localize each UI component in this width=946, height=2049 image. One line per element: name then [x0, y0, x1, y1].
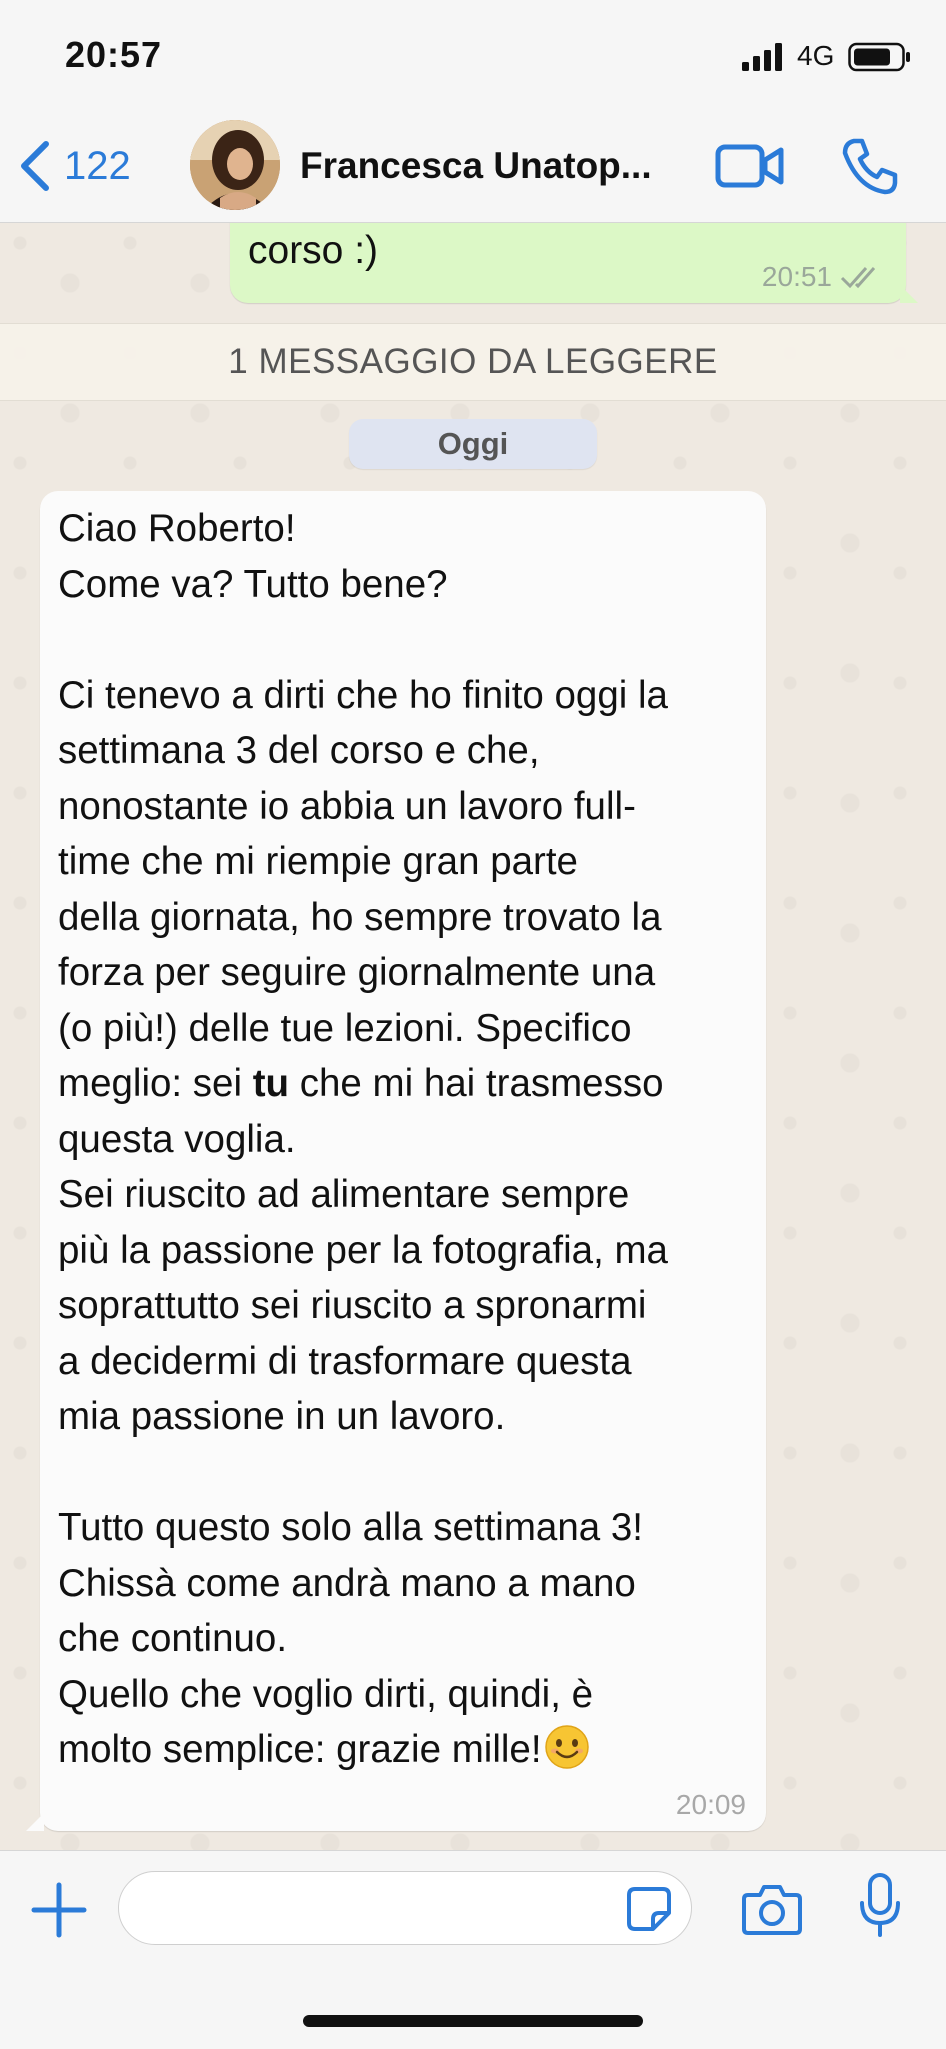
- chat-header: 122 Francesca Unatop...: [0, 110, 946, 223]
- unread-messages-banner: 1 MESSAGGIO DA LEGGERE: [0, 323, 946, 401]
- message-line: Chissà come andrà mano a mano: [58, 1561, 636, 1605]
- message-line: Come va? Tutto bene?: [58, 562, 448, 606]
- chat-area[interactable]: corso :) 20:51 1 MESSAGGIO DA LEGGERE Og…: [0, 223, 946, 1850]
- video-camera-icon[interactable]: [715, 138, 785, 194]
- message-line: forza per seguire giornalmente una: [58, 951, 656, 994]
- outgoing-message-meta: 20:51: [762, 261, 884, 293]
- contact-name[interactable]: Francesca Unatop...: [300, 145, 700, 187]
- double-check-icon: [840, 267, 876, 289]
- message-line: a decidermi di trasformare questa: [58, 1339, 632, 1383]
- message-line-with-bold: meglio: sei tu che mi hai trasmesso: [58, 1056, 758, 1112]
- message-input[interactable]: [118, 1871, 692, 1945]
- message-line: Ci tenevo a dirti che ho finito oggi la: [58, 673, 668, 717]
- bubble-tail: [26, 1813, 44, 1831]
- bold-word: tu: [252, 1062, 290, 1105]
- message-input-bar: [0, 1850, 946, 2049]
- message-line: [58, 612, 758, 668]
- plus-icon[interactable]: [30, 1881, 88, 1939]
- outgoing-message-text: corso :): [248, 229, 379, 272]
- message-last-line: molto semplice: grazie mille!: [58, 1722, 758, 1778]
- message-line: settimana 3 del corso e che,: [58, 729, 540, 772]
- chevron-left-icon: [21, 141, 49, 191]
- unread-chats-count: 122: [64, 143, 131, 188]
- outgoing-message-bubble[interactable]: corso :) 20:51: [230, 223, 918, 303]
- message-line: Ciao Roberto!: [58, 507, 296, 550]
- message-line: più la passione per la fotografia, ma: [58, 1228, 668, 1272]
- outgoing-message-time: 20:51: [761, 261, 832, 292]
- incoming-message-bubble[interactable]: Ciao Roberto! Come va? Tutto bene? Ci te…: [26, 491, 766, 1831]
- message-line: [58, 1445, 758, 1501]
- message-line: (o più!) delle tue lezioni. Specifico: [58, 1006, 632, 1050]
- message-line: mia passione in un lavoro.: [58, 1395, 506, 1438]
- message-line-text: molto semplice: grazie mille!: [58, 1728, 542, 1771]
- home-indicator[interactable]: [303, 2015, 643, 2027]
- signal-icon: [742, 43, 782, 71]
- phone-icon[interactable]: [840, 136, 900, 196]
- incoming-message-text: Ciao Roberto! Come va? Tutto bene? Ci te…: [58, 501, 758, 1778]
- camera-icon[interactable]: [742, 1881, 802, 1937]
- smiling-face-emoji: [544, 1725, 589, 1769]
- message-line: Sei riuscito ad alimentare sempre: [58, 1173, 630, 1216]
- message-line: Tutto questo solo alla settimana 3!: [58, 1506, 643, 1549]
- back-button[interactable]: 122: [18, 138, 131, 194]
- status-bar: 20:57 4G: [0, 0, 946, 110]
- message-line: che continuo.: [58, 1617, 288, 1660]
- bold-line-before: meglio: sei: [58, 1062, 253, 1105]
- incoming-message-time: 20:09: [675, 1789, 746, 1820]
- message-line: time che mi riempie gran parte: [58, 840, 578, 883]
- status-time: 20:57: [65, 34, 163, 75]
- bold-line-after: che mi hai trasmesso: [289, 1062, 664, 1105]
- network-label: 4G: [797, 40, 835, 71]
- battery-icon: [848, 42, 910, 72]
- message-line: Quello che voglio dirti, quindi, è: [58, 1672, 594, 1716]
- message-line: questa voglia.: [58, 1117, 296, 1161]
- sticker-icon[interactable]: [625, 1885, 673, 1933]
- avatar[interactable]: [190, 120, 280, 210]
- date-separator: Oggi: [349, 419, 597, 469]
- contact-photo: [190, 120, 280, 210]
- bubble-tail: [900, 285, 918, 303]
- message-line: della giornata, ho sempre trovato la: [58, 895, 662, 939]
- message-line: soprattutto sei riuscito a spronarmi: [58, 1284, 647, 1327]
- message-line: nonostante io abbia un lavoro full-: [58, 784, 636, 828]
- microphone-icon[interactable]: [857, 1873, 903, 1939]
